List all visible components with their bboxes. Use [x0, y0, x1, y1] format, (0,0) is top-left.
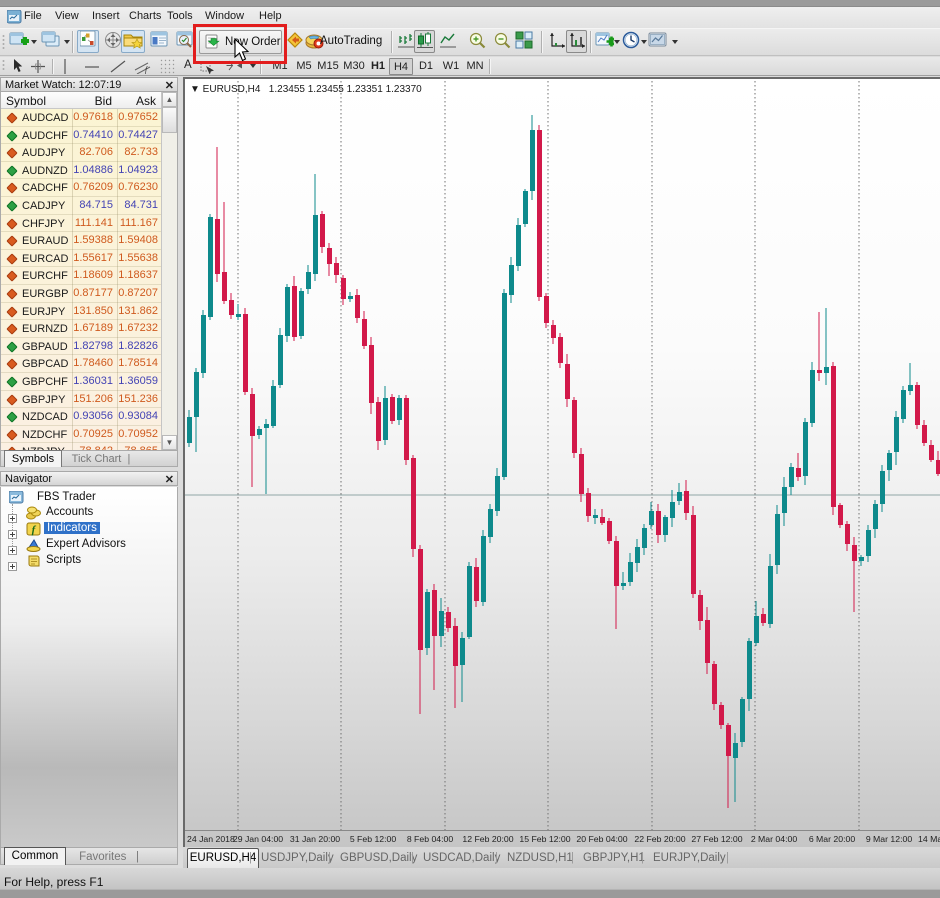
svg-text:f: f: [145, 65, 149, 74]
